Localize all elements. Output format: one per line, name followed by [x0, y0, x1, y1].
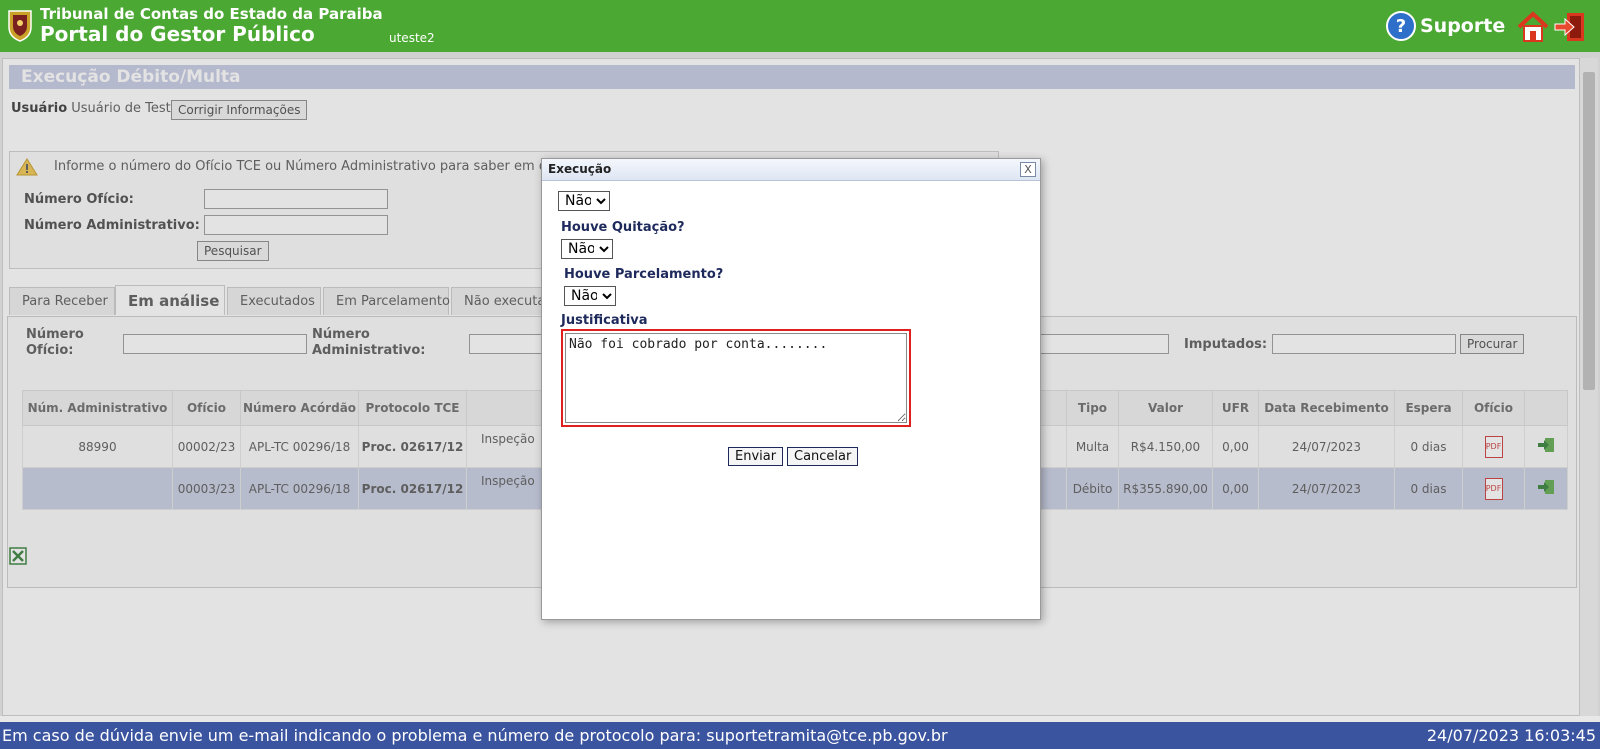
support-link[interactable]: ? Suporte [1386, 10, 1505, 42]
execucao-dialog: Execução X Não Houve Quitação? Não Houve… [541, 158, 1041, 620]
quitacao-label: Houve Quitação? [561, 220, 685, 235]
quitacao-select[interactable]: Não [561, 239, 613, 259]
portal-name: Portal do Gestor Público [40, 22, 315, 46]
logged-username: uteste2 [389, 31, 435, 45]
cancelar-button[interactable]: Cancelar [787, 447, 859, 466]
parcelamento-select[interactable]: Não [564, 286, 616, 306]
parcelamento-label: Houve Parcelamento? [564, 267, 724, 282]
justificativa-label: Justificativa [561, 313, 648, 328]
footer-support-message: Em caso de dúvida envie um e-mail indica… [2, 726, 948, 745]
app-header: Tribunal de Contas do Estado da Paraiba … [0, 0, 1600, 52]
footer-bar: Em caso de dúvida envie um e-mail indica… [0, 722, 1600, 749]
logout-icon[interactable] [1553, 10, 1587, 44]
enviar-button[interactable]: Enviar [728, 447, 784, 466]
execucao-select[interactable]: Não [558, 191, 610, 211]
tce-crest-logo [8, 10, 32, 42]
justificativa-textarea[interactable]: Não foi cobrado por conta........ [565, 333, 907, 423]
home-icon[interactable] [1516, 10, 1550, 44]
dialog-title: Execução [548, 162, 612, 176]
close-icon[interactable]: X [1020, 162, 1036, 177]
help-icon: ? [1386, 11, 1416, 41]
support-label: Suporte [1420, 15, 1506, 37]
justificativa-highlight: Não foi cobrado por conta........ [561, 329, 911, 427]
footer-datetime: 24/07/2023 16:03:45 [1426, 726, 1596, 745]
org-name: Tribunal de Contas do Estado da Paraiba [40, 5, 383, 23]
dialog-titlebar[interactable]: Execução X [542, 159, 1040, 181]
